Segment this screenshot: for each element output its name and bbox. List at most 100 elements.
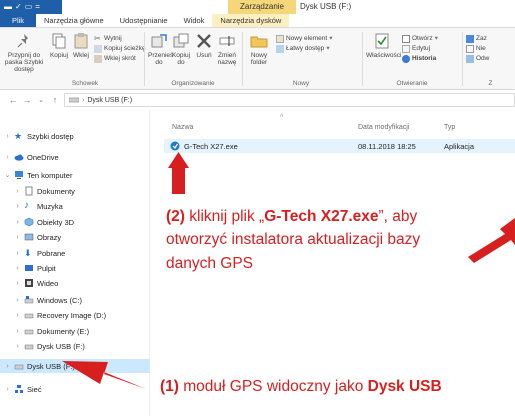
rename-button[interactable]: Zmień nazwę xyxy=(216,32,238,66)
file-modified: 08.11.2018 18:25 xyxy=(358,141,416,151)
open-icon xyxy=(402,34,410,43)
nav-item-3d-objects[interactable]: › Obiekty 3D xyxy=(14,215,74,229)
forward-arrow-icon[interactable]: → xyxy=(20,95,34,105)
expand-chevron-icon[interactable]: › xyxy=(4,386,11,393)
nav-label: Ten komputer xyxy=(27,170,73,180)
paste-button[interactable]: Wklej xyxy=(70,32,92,59)
nav-item-this-pc[interactable]: ⌄ Ten komputer xyxy=(4,168,73,182)
paste-shortcut-button[interactable]: Wklej skrót xyxy=(94,54,136,63)
nav-item-windows-c[interactable]: › Windows (C:) xyxy=(14,293,82,307)
download-arrow-icon: ⬇ xyxy=(24,248,32,258)
expand-chevron-icon[interactable]: › xyxy=(14,343,21,350)
expand-chevron-icon[interactable]: › xyxy=(14,219,21,226)
easy-access-button[interactable]: Łatwy dostęp ▾ xyxy=(276,44,330,53)
address-box[interactable]: › Dysk USB (F:) xyxy=(64,93,515,107)
copy-path-button[interactable]: Kopiuj ścieżkę xyxy=(94,44,146,53)
nav-item-quick-access[interactable]: › ★ Szybki dostęp xyxy=(4,129,73,143)
invert-selection-button[interactable]: Odw xyxy=(466,54,489,63)
expand-chevron-icon[interactable]: › xyxy=(14,265,21,272)
column-header-type[interactable]: Typ xyxy=(444,124,455,131)
new-folder-button[interactable]: Nowy folder xyxy=(246,32,272,66)
properties-button[interactable]: Właściwości xyxy=(366,32,401,59)
drive-icon xyxy=(24,313,34,319)
qat-icon-2[interactable]: ✓ xyxy=(15,0,22,14)
copy-icon xyxy=(52,33,66,49)
tab-file[interactable]: Plik xyxy=(0,14,36,27)
history-button[interactable]: Historia xyxy=(402,54,436,63)
collapse-chevron-icon[interactable]: ⌄ xyxy=(4,171,11,179)
title-bar: ▬ ✓ ▭ = Zarządzanie Dysk USB (F:) xyxy=(0,0,515,14)
expand-chevron-icon[interactable]: › xyxy=(14,312,21,319)
file-row[interactable]: G-Tech X27.exe 08.11.2018 18:25 Aplikacj… xyxy=(164,139,515,153)
nav-label: Muzyka xyxy=(37,201,63,211)
column-header-modified[interactable]: Data modyfikacji xyxy=(358,124,409,131)
edit-button[interactable]: Edytuj xyxy=(402,44,430,53)
easy-access-label: Łatwy dostęp xyxy=(286,45,325,52)
cut-button[interactable]: ✂ Wytnij xyxy=(94,34,122,43)
copy-path-label: Kopiuj ścieżkę xyxy=(104,45,146,52)
nav-item-usb-f-child[interactable]: › Dysk USB (F:) xyxy=(14,339,85,353)
annotation-step-2-number: (2) xyxy=(166,208,185,225)
qat-icon-1[interactable]: ▬ xyxy=(4,0,12,14)
cut-label: Wytnij xyxy=(104,35,122,42)
expand-chevron-icon[interactable]: › xyxy=(14,234,21,241)
expand-chevron-icon[interactable]: › xyxy=(4,363,11,370)
expand-chevron-icon[interactable]: › xyxy=(4,154,11,161)
nav-item-music[interactable]: › ♪ Muzyka xyxy=(14,199,63,213)
copy-button[interactable]: Kopiuj xyxy=(48,32,70,59)
nav-item-videos[interactable]: › Wideo xyxy=(14,276,58,290)
up-arrow-icon[interactable]: ↑ xyxy=(48,95,62,105)
computer-icon xyxy=(15,171,23,179)
tab-view[interactable]: Widok xyxy=(176,14,213,27)
paste-shortcut-icon xyxy=(94,54,102,63)
expand-chevron-icon[interactable]: › xyxy=(14,328,21,335)
quick-access-toolbar[interactable]: ▬ ✓ ▭ = xyxy=(0,0,62,14)
breadcrumb-path[interactable]: Dysk USB (F:) xyxy=(87,97,132,104)
expand-chevron-icon[interactable]: › xyxy=(14,280,21,287)
nav-item-usb-f-selected[interactable]: › Dysk USB (F:) xyxy=(0,359,150,373)
tab-drive-tools[interactable]: Narzędzia dysków xyxy=(212,14,290,27)
annotation-step-2-file: G-Tech X27.exe xyxy=(264,208,379,225)
tab-home[interactable]: Narzędzia główne xyxy=(36,14,112,27)
tab-share[interactable]: Udostępnianie xyxy=(112,14,176,27)
move-to-button[interactable]: Przenieś do xyxy=(148,32,173,66)
expand-chevron-icon[interactable]: › xyxy=(14,203,21,210)
pin-quick-access-button[interactable]: Przypnij do paska Szybki dostęp xyxy=(2,32,46,73)
nav-label: Dokumenty (E:) xyxy=(37,326,90,336)
back-arrow-icon[interactable]: ← xyxy=(6,95,20,105)
group-open: Otwieranie xyxy=(396,80,428,87)
new-item-button[interactable]: Nowy element ▾ xyxy=(276,34,332,43)
nav-item-recovery-d[interactable]: › Recovery Image (D:) xyxy=(14,308,106,322)
desktop-icon xyxy=(25,265,33,271)
nav-label: Wideo xyxy=(37,278,59,288)
annotation-step-2-line-2: otworzyć instalatora aktualizacji bazy xyxy=(166,231,421,248)
select-all-icon xyxy=(466,34,474,43)
file-name[interactable]: G-Tech X27.exe xyxy=(184,142,364,151)
context-tab-manage: Zarządzanie xyxy=(228,0,296,14)
expand-chevron-icon[interactable]: › xyxy=(14,250,21,257)
qat-icon-3[interactable]: ▭ xyxy=(25,0,33,14)
select-none-icon xyxy=(466,44,474,53)
open-button[interactable]: Otwórz ▾ xyxy=(402,34,438,43)
expand-chevron-icon[interactable]: › xyxy=(14,188,21,195)
select-all-button[interactable]: Zaz xyxy=(466,34,487,43)
copy-to-button[interactable]: Kopiuj do xyxy=(170,32,192,66)
delete-button[interactable]: Usuń xyxy=(193,32,215,59)
annotation-step-2-text-b: ”, aby xyxy=(378,208,418,225)
nav-item-pictures[interactable]: › Obrazy xyxy=(14,230,61,244)
recent-chevron-down-icon[interactable]: ⌄ xyxy=(34,96,48,104)
file-type: Aplikacja xyxy=(444,141,475,151)
qat-dropdown-icon[interactable]: = xyxy=(35,0,40,14)
column-header-name[interactable]: Nazwa xyxy=(172,124,193,131)
expand-chevron-icon[interactable]: › xyxy=(14,297,21,304)
nav-item-documents-e[interactable]: › Dokumenty (E:) xyxy=(14,324,89,338)
nav-item-desktop[interactable]: › Pulpit xyxy=(14,261,55,275)
select-none-button[interactable]: Nie xyxy=(466,44,486,53)
nav-item-onedrive[interactable]: › OneDrive xyxy=(4,150,58,164)
expand-chevron-icon[interactable]: › xyxy=(4,133,11,140)
nav-item-network[interactable]: › Sieć xyxy=(4,382,41,396)
copy-label: Kopiuj xyxy=(49,52,69,59)
nav-item-documents[interactable]: › Dokumenty xyxy=(14,184,75,198)
nav-item-downloads[interactable]: › ⬇ Pobrane xyxy=(14,246,65,260)
annotation-step-2-text-a: kliknij plik „ xyxy=(184,208,265,225)
